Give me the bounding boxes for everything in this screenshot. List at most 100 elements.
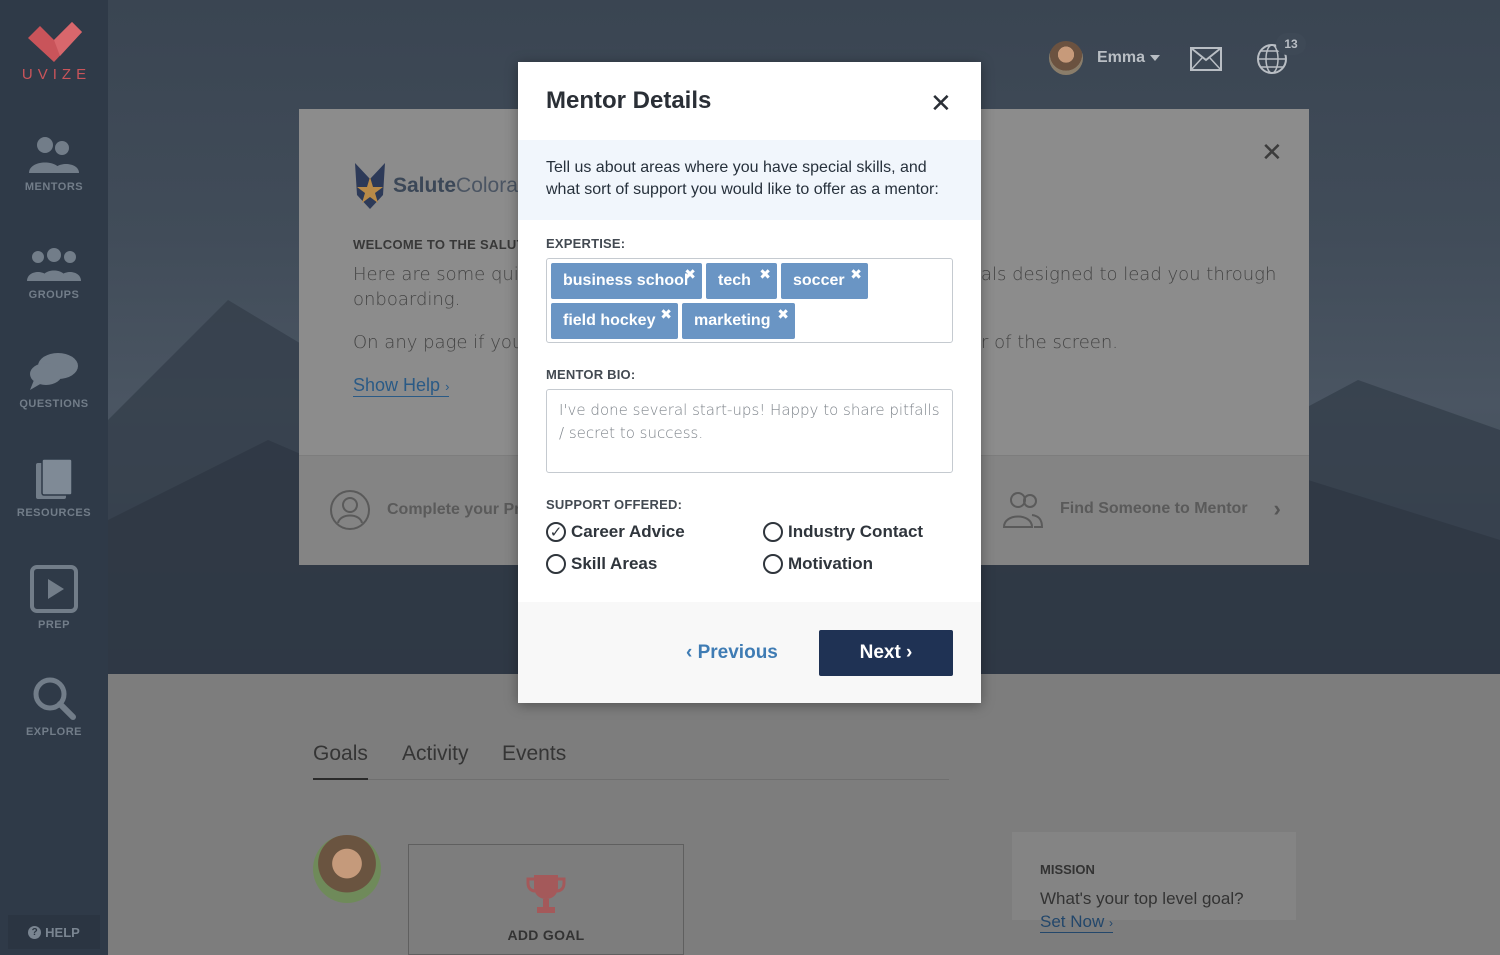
set-now-label: Set Now: [1040, 912, 1105, 931]
support-option-career-advice[interactable]: ✓ Career Advice: [546, 522, 685, 542]
support-option-industry-contact[interactable]: Industry Contact: [763, 522, 923, 542]
complete-profile-step[interactable]: Complete your Pro: [329, 489, 530, 531]
profile-icon: [330, 490, 370, 530]
support-option-label: Industry Contact: [788, 522, 924, 541]
remove-tag-icon[interactable]: ✖: [660, 296, 672, 332]
resources-icon: [36, 458, 73, 499]
chevron-right-icon[interactable]: ›: [1274, 496, 1281, 522]
welcome-heading: WELCOME TO THE SALUTE: [353, 237, 534, 252]
tag-label: tech: [718, 272, 751, 289]
sidebar-item-label: GROUPS: [28, 289, 80, 301]
sidebar-item-prep[interactable]: PREP: [0, 565, 108, 631]
mission-question: What's your top level goal?: [1040, 889, 1244, 908]
welcome-text-line1a: Here are some quick: [353, 264, 540, 285]
modal-title: Mentor Details: [546, 87, 712, 114]
mentor-bio-label: MENTOR BIO:: [546, 367, 636, 382]
user-avatar[interactable]: [1049, 41, 1083, 75]
mission-title: MISSION: [1040, 862, 1095, 877]
support-option-label: Career Advice: [571, 522, 685, 541]
star-shield-icon: [355, 163, 385, 209]
uvize-logo[interactable]: UVIZE: [0, 18, 108, 83]
mission-panel: MISSION What's your top level goal?: [1012, 832, 1296, 920]
unchecked-circle-icon: [546, 554, 566, 574]
tag-label: soccer: [793, 272, 845, 289]
tag-label: marketing: [694, 312, 771, 329]
expertise-label: EXPERTISE:: [546, 236, 626, 251]
remove-tag-icon[interactable]: ✖: [759, 256, 771, 292]
help-button[interactable]: ? HELP: [8, 915, 100, 949]
previous-button[interactable]: ‹ Previous: [686, 642, 778, 664]
intro-text: Tell us about areas where you have speci…: [546, 159, 939, 198]
add-goal-label: ADD GOAL: [507, 927, 585, 943]
sidebar-item-resources[interactable]: RESOURCES: [0, 457, 108, 519]
next-button[interactable]: Next ›: [819, 630, 953, 676]
modal-close-icon[interactable]: ✕: [930, 88, 952, 119]
user-avatar-large: [313, 835, 381, 903]
user-name: Emma: [1097, 49, 1146, 66]
sidebar-item-label: EXPLORE: [25, 726, 83, 738]
sidebar: UVIZE MENTORS GROUPS QUESTIONS RESOURCES: [0, 0, 108, 955]
tag-business-school: business school ✖: [551, 263, 702, 299]
find-mentee-label: Find Someone to Mentor: [1060, 500, 1248, 517]
find-mentee-step[interactable]: Find Someone to Mentor ›: [1002, 489, 1281, 529]
welcome-text-line3b: r of the screen.: [981, 332, 1119, 353]
questions-icon: [30, 353, 78, 390]
sidebar-item-mentors[interactable]: MENTORS: [0, 135, 108, 193]
caret-down-icon: [1150, 54, 1161, 61]
show-help-link[interactable]: Show Help ›: [353, 375, 450, 397]
support-option-label: Motivation: [788, 554, 873, 573]
remove-tag-icon[interactable]: ✖: [777, 296, 789, 332]
remove-tag-icon[interactable]: ✖: [684, 256, 696, 292]
mentor-details-modal: Mentor Details ✕ Tell us about areas whe…: [518, 62, 981, 703]
sidebar-item-questions[interactable]: QUESTIONS: [0, 352, 108, 410]
tab-bar: Goals Activity Events: [313, 742, 949, 780]
sidebar-item-label: RESOURCES: [16, 507, 92, 519]
brand-name: UVIZE: [21, 66, 92, 83]
tab-goals[interactable]: Goals: [313, 742, 368, 780]
mail-icon[interactable]: [1190, 47, 1222, 71]
tag-field-hockey: field hockey ✖: [551, 303, 678, 339]
tag-label: field hockey: [563, 312, 656, 329]
search-icon: [33, 677, 76, 720]
notification-badge: 13: [1276, 33, 1306, 55]
tag-soccer: soccer ✖: [781, 263, 868, 299]
uvize-mark-icon: [28, 22, 82, 62]
add-goal-card[interactable]: ADD GOAL: [408, 844, 684, 955]
people-icon: [1002, 492, 1044, 528]
support-option-motivation[interactable]: Motivation: [763, 554, 873, 574]
close-icon[interactable]: ✕: [1261, 137, 1283, 168]
modal-intro: Tell us about areas where you have speci…: [518, 140, 981, 220]
tab-activity[interactable]: Activity: [402, 742, 469, 766]
mentor-bio-textarea[interactable]: I've done several start-ups! Happy to sh…: [546, 389, 953, 473]
logo-bold: Salute: [393, 174, 457, 197]
welcome-text-line1b: als designed to lead you through: [981, 264, 1277, 285]
expertise-tag-input[interactable]: business school ✖ tech ✖ soccer ✖ field …: [546, 258, 953, 343]
sidebar-item-groups[interactable]: GROUPS: [0, 247, 108, 301]
user-menu[interactable]: Emma: [1097, 49, 1161, 67]
tab-events[interactable]: Events: [502, 742, 566, 766]
trophy-icon: [526, 875, 566, 913]
mentors-icon: [29, 137, 79, 173]
unchecked-circle-icon: [763, 554, 783, 574]
sidebar-item-label: QUESTIONS: [19, 398, 89, 410]
sidebar-item-label: MENTORS: [24, 181, 84, 193]
unchecked-circle-icon: [763, 522, 783, 542]
set-now-link[interactable]: Set Now ›: [1040, 912, 1113, 933]
sidebar-item-label: PREP: [38, 619, 70, 631]
help-label: HELP: [45, 924, 80, 940]
modal-footer: ‹ Previous Next ›: [518, 602, 981, 703]
groups-icon: [27, 248, 81, 281]
support-option-skill-areas[interactable]: Skill Areas: [546, 554, 657, 574]
remove-tag-icon[interactable]: ✖: [850, 256, 862, 292]
salute-colorado-logo: SaluteColorado: [353, 161, 541, 211]
checked-circle-icon: ✓: [546, 522, 566, 542]
support-offered-label: SUPPORT OFFERED:: [546, 497, 683, 512]
play-icon: [30, 565, 78, 613]
help-icon: ?: [28, 925, 42, 939]
tag-tech: tech ✖: [706, 263, 777, 299]
sidebar-item-explore[interactable]: EXPLORE: [0, 676, 108, 738]
tag-label: business school: [563, 272, 689, 289]
show-help-label: Show Help: [353, 375, 441, 395]
support-option-label: Skill Areas: [571, 554, 658, 573]
complete-profile-label: Complete your Pro: [387, 501, 531, 518]
